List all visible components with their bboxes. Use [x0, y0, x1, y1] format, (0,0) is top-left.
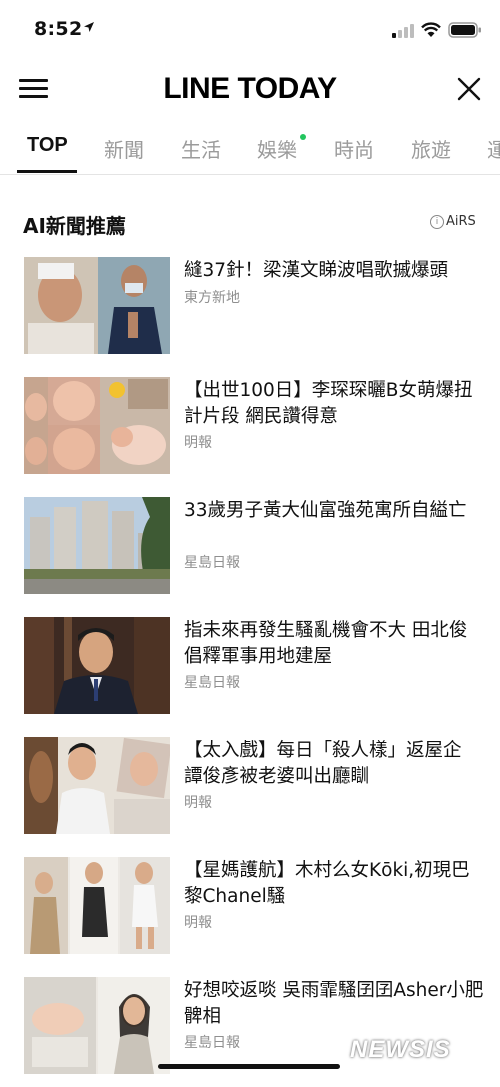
article-thumbnail [24, 857, 170, 954]
article-thumbnail [24, 737, 170, 834]
article-thumbnail [24, 257, 170, 354]
article-headline: 【太入戲】每日「殺人樣」返屋企 譚俊彥被老婆叫出廳瞓 [184, 740, 462, 787]
article-source: 星島日報 [184, 675, 240, 691]
app-header: LINE TODAY [0, 58, 500, 120]
news-item[interactable]: 33歲男子黃大仙富強苑寓所自縊亡 星島日報 [0, 497, 500, 607]
cellular-signal-icon [392, 24, 414, 38]
article-source: 星島日報 [184, 1035, 240, 1051]
line-today-logo: LINE TODAY [163, 72, 337, 105]
article-source: 明報 [184, 915, 212, 931]
new-content-dot [300, 134, 306, 140]
tab-travel[interactable]: 旅遊 [411, 134, 451, 163]
article-thumbnail [24, 497, 170, 594]
close-icon [457, 77, 481, 101]
article-headline: 【出世100日】李琛琛曬B女萌爆扭計片段 網民讚得意 [184, 380, 473, 427]
close-button[interactable] [455, 75, 483, 103]
battery-icon [448, 22, 481, 38]
article-thumbnail [24, 377, 170, 474]
airs-badge[interactable]: i AiRS [430, 214, 476, 229]
wifi-icon [421, 22, 441, 37]
active-tab-indicator [17, 170, 77, 173]
section-title: AI新聞推薦 [23, 214, 126, 238]
tab-sports[interactable]: 運 [487, 134, 500, 163]
article-headline: 好想咬返啖 吳雨霏騷囝囝Asher小肥髀相 [184, 980, 484, 1027]
news-item[interactable]: 【星媽護航】木村么女Kōki,初現巴黎Chanel騷 明報 [0, 857, 500, 967]
home-indicator[interactable] [158, 1064, 340, 1069]
article-headline: 指未來再發生騷亂機會不大 田北俊倡釋軍事用地建屋 [184, 620, 468, 667]
article-source: 東方新地 [184, 290, 240, 306]
status-time: 8:52 [34, 18, 83, 40]
tab-fashion[interactable]: 時尚 [334, 134, 374, 163]
category-tabs: TOP 新聞 生活 娛樂 時尚 旅遊 運 [0, 120, 500, 175]
news-item[interactable]: 好想咬返啖 吳雨霏騷囝囝Asher小肥髀相 星島日報 [0, 977, 500, 1087]
news-item[interactable]: 縫37針！梁漢文睇波唱歌摵爆頭 東方新地 [0, 257, 500, 367]
location-arrow-icon [84, 22, 94, 32]
article-source: 明報 [184, 795, 212, 811]
article-thumbnail [24, 977, 170, 1074]
news-item[interactable]: 【太入戲】每日「殺人樣」返屋企 譚俊彥被老婆叫出廳瞓 明報 [0, 737, 500, 847]
newsis-watermark: NEWSIS [350, 1036, 451, 1063]
tab-entertainment[interactable]: 娛樂 [257, 134, 297, 163]
info-icon: i [430, 214, 444, 229]
tab-life[interactable]: 生活 [181, 134, 221, 163]
tab-news[interactable]: 新聞 [104, 134, 144, 163]
article-headline: 【星媽護航】木村么女Kōki,初現巴黎Chanel騷 [184, 860, 470, 907]
status-bar: 8:52 [0, 0, 500, 58]
article-headline: 縫37針！梁漢文睇波唱歌摵爆頭 [184, 260, 449, 281]
article-thumbnail [24, 617, 170, 714]
news-item[interactable]: 指未來再發生騷亂機會不大 田北俊倡釋軍事用地建屋 星島日報 [0, 617, 500, 727]
article-source: 星島日報 [184, 555, 240, 571]
news-item[interactable]: 【出世100日】李琛琛曬B女萌爆扭計片段 網民讚得意 明報 [0, 377, 500, 487]
tab-top[interactable]: TOP [27, 134, 68, 157]
article-source: 明報 [184, 435, 212, 451]
article-headline: 33歲男子黃大仙富強苑寓所自縊亡 [184, 500, 467, 521]
airs-label: AiRS [446, 214, 476, 229]
